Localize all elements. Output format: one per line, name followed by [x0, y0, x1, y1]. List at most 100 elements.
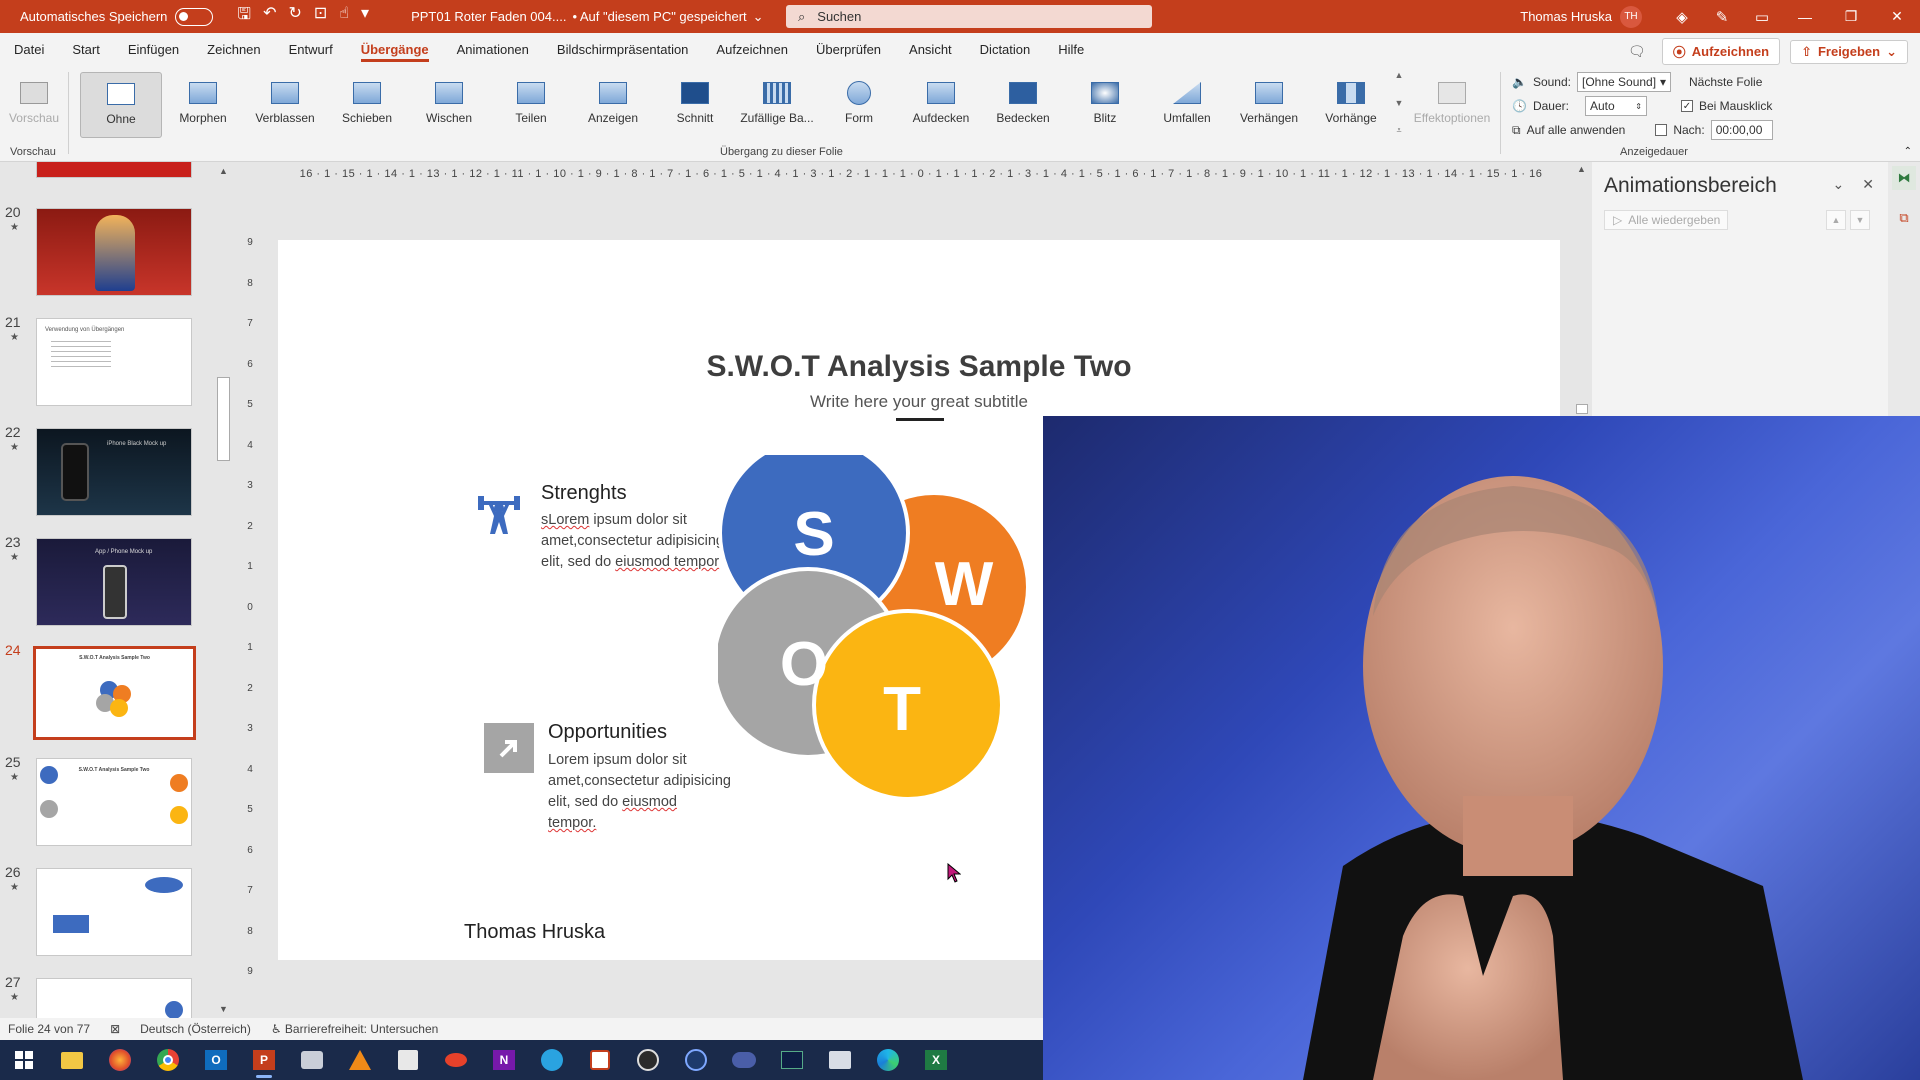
tab-ansicht[interactable]: Ansicht: [895, 33, 966, 66]
telegram-icon[interactable]: [528, 1040, 576, 1080]
record-button[interactable]: ⦿ Aufzeichnen: [1661, 38, 1781, 65]
tab-bildschirmpraesentation[interactable]: Bildschirmpräsentation: [543, 33, 703, 66]
slide-counter[interactable]: Folie 24 von 77: [8, 1022, 90, 1036]
comments-icon[interactable]: 🗨: [1622, 40, 1652, 64]
app-icon[interactable]: [288, 1040, 336, 1080]
file-explorer-icon[interactable]: [48, 1040, 96, 1080]
effect-options-button[interactable]: Effektoptionen: [1412, 72, 1492, 138]
document-title[interactable]: PPT01 Roter Faden 004.... • Auf "diesem …: [411, 9, 763, 25]
play-all-button[interactable]: ▷ Alle wiedergeben: [1604, 210, 1728, 230]
transition-vorhaenge[interactable]: Vorhänge: [1310, 72, 1392, 138]
transition-teilen[interactable]: Teilen: [490, 72, 572, 138]
tab-uebergaenge[interactable]: Übergänge: [347, 33, 443, 66]
customize-qat-icon[interactable]: ▾: [361, 3, 369, 30]
presenter-name[interactable]: Thomas Hruska: [464, 921, 605, 944]
tab-einfuegen[interactable]: Einfügen: [114, 33, 193, 66]
firefox-icon[interactable]: [96, 1040, 144, 1080]
vlc-icon[interactable]: [336, 1040, 384, 1080]
slide-subtitle[interactable]: Write here your great subtitle: [278, 392, 1560, 412]
tab-hilfe[interactable]: Hilfe: [1044, 33, 1098, 66]
gallery-scroll[interactable]: ▲ ▼ ⩡: [1393, 70, 1405, 136]
scroll-up-icon[interactable]: ▲: [219, 166, 228, 176]
pen-icon[interactable]: ✎: [1702, 8, 1742, 26]
presentation-icon[interactable]: ⊡: [314, 3, 327, 30]
tab-ueberpruefen[interactable]: Überprüfen: [802, 33, 895, 66]
transition-zufaellige-balken[interactable]: Zufällige Ba...: [736, 72, 818, 138]
tab-aufzeichnen[interactable]: Aufzeichnen: [702, 33, 802, 66]
tab-entwurf[interactable]: Entwurf: [275, 33, 347, 66]
transition-bedecken[interactable]: Bedecken: [982, 72, 1064, 138]
slide-title[interactable]: S.W.O.T Analysis Sample Two: [278, 350, 1560, 384]
avatar[interactable]: TH: [1620, 5, 1642, 28]
duration-input[interactable]: Auto ⇕: [1584, 96, 1647, 116]
strengths-title[interactable]: Strenghts: [541, 482, 627, 505]
outlook-icon[interactable]: O: [192, 1040, 240, 1080]
app-icon-7[interactable]: [768, 1040, 816, 1080]
slide-thumbnail-19[interactable]: [36, 162, 192, 178]
tab-datei[interactable]: Datei: [0, 33, 58, 66]
app-icon-4[interactable]: [576, 1040, 624, 1080]
preview-button[interactable]: Vorschau: [6, 72, 62, 138]
opportunities-title[interactable]: Opportunities: [548, 721, 667, 744]
transition-anzeigen[interactable]: Anzeigen: [572, 72, 654, 138]
save-icon[interactable]: 🖫: [237, 3, 251, 30]
transition-wischen[interactable]: Wischen: [408, 72, 490, 138]
tab-start[interactable]: Start: [58, 33, 113, 66]
slide-thumbnail-26[interactable]: [36, 868, 192, 956]
slide-thumbnail-22[interactable]: iPhone Black Mock up: [36, 428, 192, 516]
gallery-up-icon[interactable]: ▲: [1393, 70, 1405, 80]
move-up-icon[interactable]: ▲: [1826, 210, 1846, 230]
transition-form[interactable]: Form: [818, 72, 900, 138]
accessibility-status[interactable]: ♿ Barrierefreiheit: Untersuchen: [271, 1022, 439, 1036]
scrollbar-thumb[interactable]: [217, 377, 230, 461]
transition-umfallen[interactable]: Umfallen: [1146, 72, 1228, 138]
powerpoint-icon[interactable]: P: [240, 1040, 288, 1080]
tab-dictation[interactable]: Dictation: [966, 33, 1045, 66]
sound-select[interactable]: [Ohne Sound] ▾: [1577, 72, 1671, 92]
redo-icon[interactable]: ↻: [288, 3, 301, 30]
transition-morphen[interactable]: Morphen: [162, 72, 244, 138]
excel-icon[interactable]: X: [912, 1040, 960, 1080]
slide-thumbnail-21[interactable]: Verwendung von Übergängen: [36, 318, 192, 406]
editor-scrollbar[interactable]: ▲: [1574, 162, 1590, 416]
tab-zeichnen[interactable]: Zeichnen: [193, 33, 274, 66]
edge-icon[interactable]: [864, 1040, 912, 1080]
collapse-ribbon-icon[interactable]: ⌃: [1904, 146, 1912, 157]
apply-all-button[interactable]: Auf alle anwenden: [1527, 123, 1626, 137]
move-down-icon[interactable]: ▼: [1850, 210, 1870, 230]
animation-pane-icon[interactable]: ⧓: [1892, 166, 1916, 190]
language-indicator[interactable]: Deutsch (Österreich): [140, 1022, 251, 1036]
slide-thumbnail-20[interactable]: [36, 208, 192, 296]
thumbnail-scrollbar[interactable]: ▲ ▼: [215, 162, 232, 1018]
slide-thumbnail-27[interactable]: [36, 978, 192, 1018]
share-button[interactable]: ⇧ Freigeben ⌄: [1790, 39, 1908, 64]
after-input[interactable]: 00:00,00: [1710, 120, 1773, 140]
undo-icon[interactable]: ↶: [263, 3, 276, 30]
onenote-icon[interactable]: N: [480, 1040, 528, 1080]
transition-schnitt[interactable]: Schnitt: [654, 72, 736, 138]
format-pane-icon[interactable]: ⧉: [1892, 206, 1916, 230]
app-icon-3[interactable]: [432, 1040, 480, 1080]
app-icon-8[interactable]: [816, 1040, 864, 1080]
app-icon-6[interactable]: [720, 1040, 768, 1080]
slide-thumbnail-23[interactable]: App / Phone Mock up: [36, 538, 192, 626]
transition-ohne[interactable]: Ohne: [80, 72, 162, 138]
scroll-down-icon[interactable]: ▼: [219, 1004, 228, 1014]
minimize-icon[interactable]: —: [1782, 9, 1828, 25]
close-icon[interactable]: ✕: [1874, 8, 1920, 25]
transition-aufdecken[interactable]: Aufdecken: [900, 72, 982, 138]
on-click-checkbox[interactable]: ✓: [1680, 100, 1693, 112]
tab-animationen[interactable]: Animationen: [443, 33, 543, 66]
transition-schieben[interactable]: Schieben: [326, 72, 408, 138]
slide-thumbnail-25[interactable]: S.W.O.T Analysis Sample Two: [36, 758, 192, 846]
chrome-icon[interactable]: [144, 1040, 192, 1080]
spellcheck-icon[interactable]: ⊠: [110, 1022, 120, 1036]
gallery-more-icon[interactable]: ⩡: [1393, 125, 1405, 136]
restore-icon[interactable]: ❐: [1828, 8, 1874, 25]
strengths-text[interactable]: sLorem ipsum dolor sit amet,consectetur …: [541, 510, 724, 573]
ribbon-display-icon[interactable]: ▭: [1742, 8, 1782, 26]
app-icon-5[interactable]: [672, 1040, 720, 1080]
diamond-icon[interactable]: ◈: [1662, 8, 1702, 26]
close-icon[interactable]: ✕: [1862, 176, 1874, 193]
obs-icon[interactable]: [624, 1040, 672, 1080]
